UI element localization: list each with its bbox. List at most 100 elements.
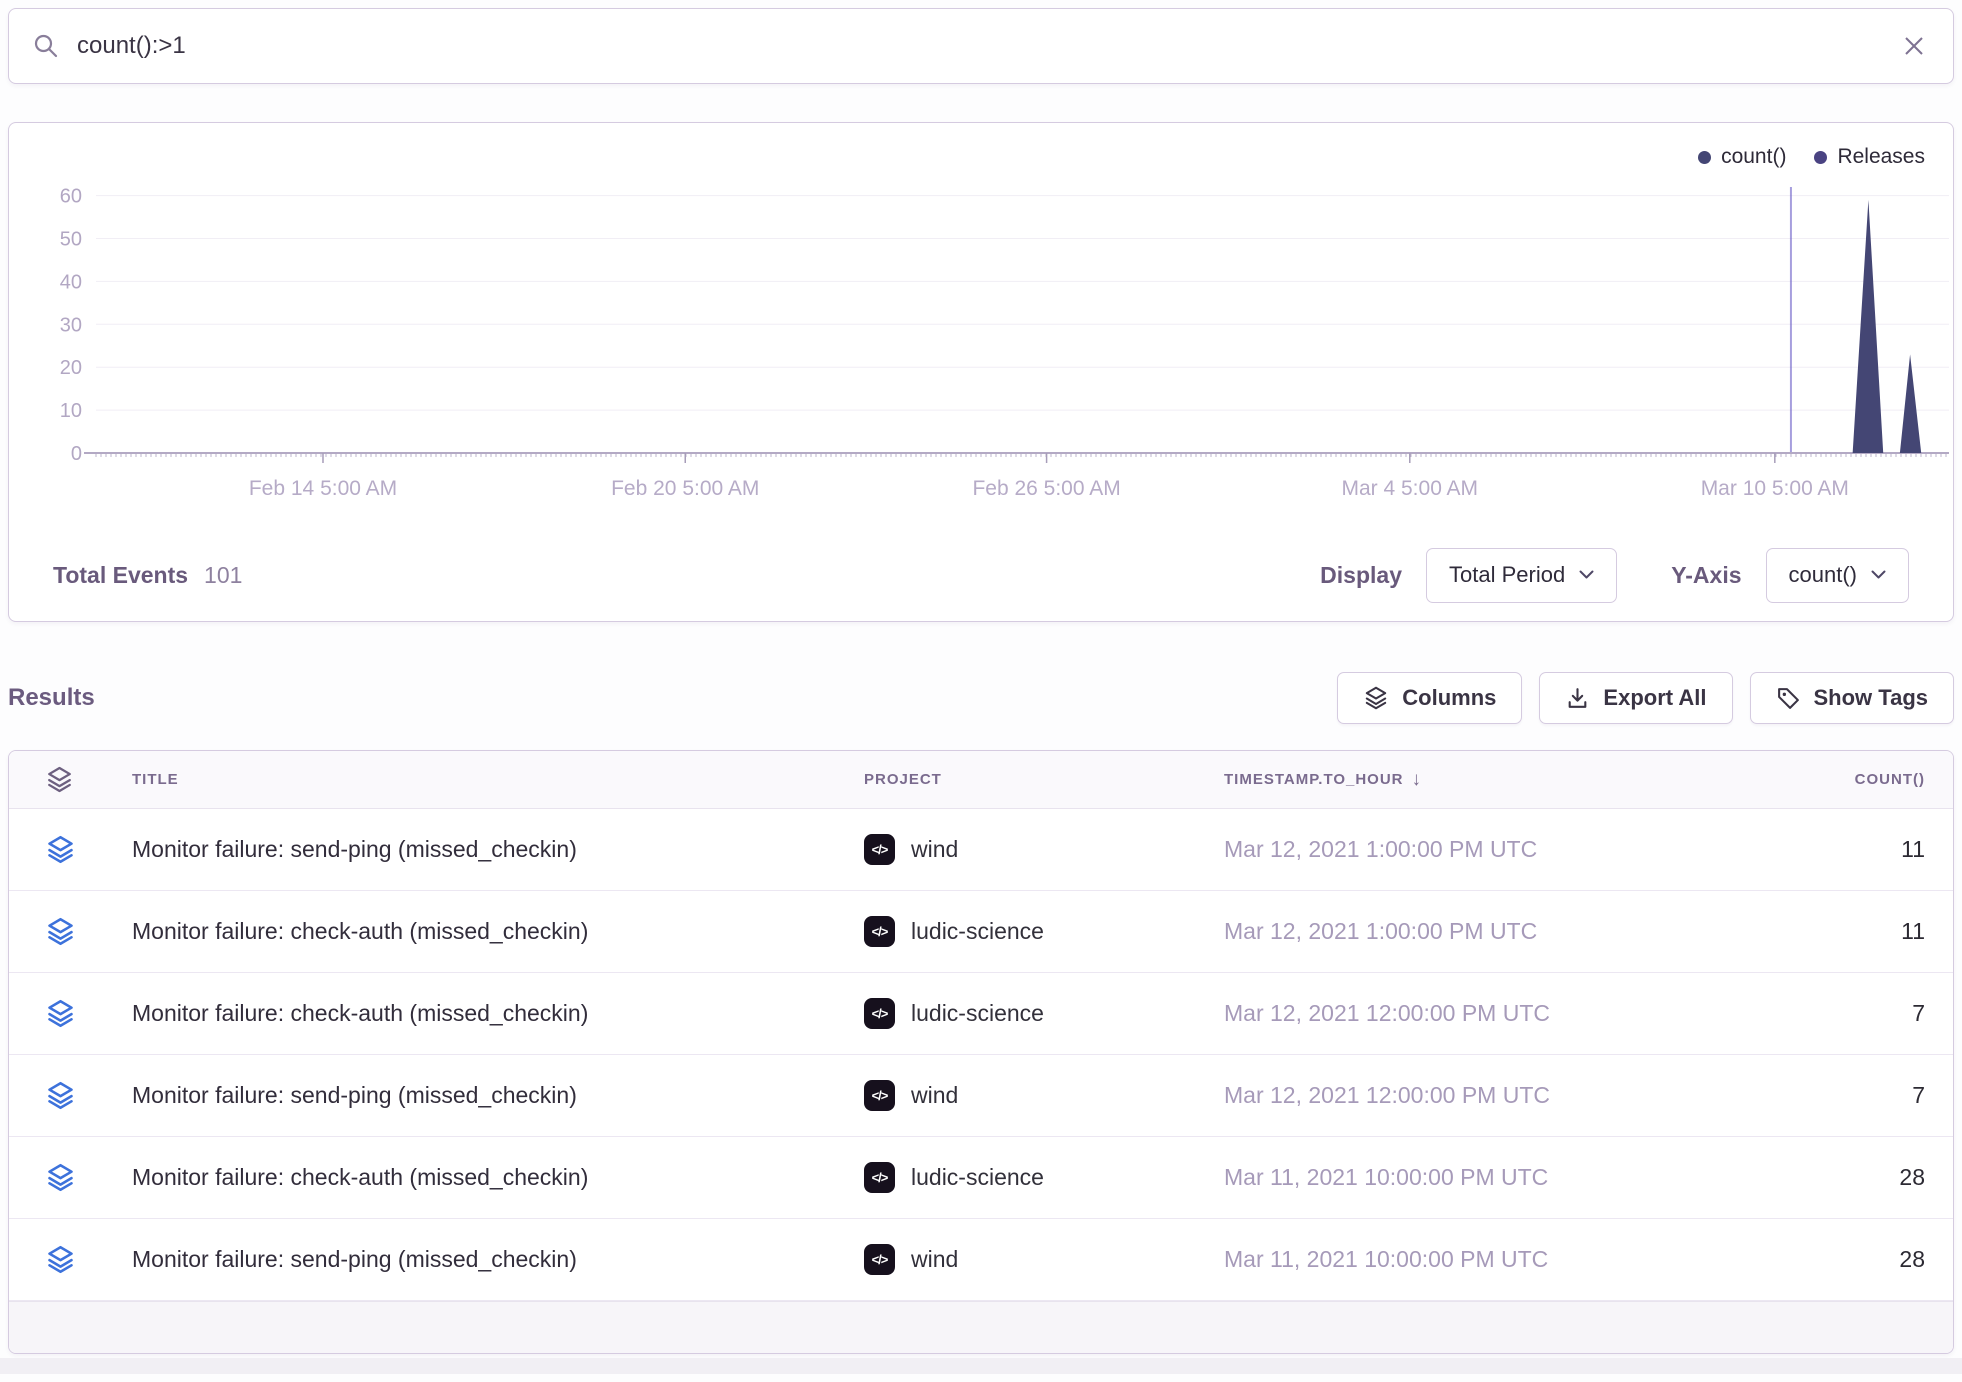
column-header-project[interactable]: PROJECT <box>841 771 1201 788</box>
table-header-row: TITLE PROJECT TIMESTAMP.TO_HOUR ↓ COUNT(… <box>9 751 1953 809</box>
columns-button[interactable]: Columns <box>1337 672 1522 724</box>
search-icon <box>33 33 59 59</box>
table-row: Monitor failure: send-ping (missed_check… <box>9 809 1953 891</box>
project-platform-icon: </> <box>864 1244 895 1275</box>
svg-text:20: 20 <box>60 357 82 379</box>
row-stack-button[interactable] <box>45 834 109 865</box>
svg-text:Feb 14 5:00 AM: Feb 14 5:00 AM <box>249 477 397 500</box>
chart-footer: Total Events 101 Display Total Period Y-… <box>53 545 1909 605</box>
project-name: wind <box>911 836 958 863</box>
table-row: Monitor failure: check-auth (missed_chec… <box>9 973 1953 1055</box>
svg-text:10: 10 <box>60 400 82 422</box>
close-icon <box>1901 33 1927 59</box>
show-tags-button[interactable]: Show Tags <box>1750 672 1955 724</box>
svg-text:Mar 4 5:00 AM: Mar 4 5:00 AM <box>1341 477 1478 500</box>
svg-text:40: 40 <box>60 271 82 293</box>
layers-icon <box>45 998 76 1029</box>
project-platform-icon: </> <box>864 998 895 1029</box>
total-events: Total Events 101 <box>53 562 242 589</box>
display-label: Display <box>1320 562 1402 589</box>
event-title-link[interactable]: Monitor failure: send-ping (missed_check… <box>109 1246 841 1273</box>
table-row: Monitor failure: send-ping (missed_check… <box>9 1055 1953 1137</box>
svg-text:Feb 20 5:00 AM: Feb 20 5:00 AM <box>611 477 759 500</box>
project-name: ludic-science <box>911 1000 1044 1027</box>
results-header-row: Results Columns Export All Show Tags <box>8 672 1954 724</box>
svg-text:60: 60 <box>60 186 82 208</box>
columns-button-label: Columns <box>1402 685 1496 711</box>
chevron-down-icon <box>1871 570 1886 580</box>
total-events-value: 101 <box>204 562 242 589</box>
event-title-link[interactable]: Monitor failure: send-ping (missed_check… <box>109 836 841 863</box>
count-cell: 7 <box>1671 1000 1925 1027</box>
column-header-timestamp[interactable]: TIMESTAMP.TO_HOUR ↓ <box>1201 769 1671 791</box>
column-header-count[interactable]: COUNT() <box>1671 771 1925 788</box>
page-background-strip <box>0 1358 1962 1374</box>
project-platform-icon: </> <box>864 1162 895 1193</box>
export-all-button[interactable]: Export All <box>1539 672 1732 724</box>
column-header-title[interactable]: TITLE <box>109 771 841 788</box>
table-row: Monitor failure: check-auth (missed_chec… <box>9 891 1953 973</box>
timestamp-cell: Mar 11, 2021 10:00:00 PM UTC <box>1201 1164 1671 1191</box>
chart-canvas[interactable]: 0102030405060Feb 14 5:00 AMFeb 20 5:00 A… <box>9 123 1955 515</box>
legend-dot-count <box>1698 151 1711 164</box>
table-footer <box>9 1301 1953 1353</box>
timestamp-cell: Mar 12, 2021 1:00:00 PM UTC <box>1201 836 1671 863</box>
layers-icon <box>45 765 74 794</box>
row-stack-button[interactable] <box>45 1244 109 1275</box>
export-all-button-label: Export All <box>1603 685 1706 711</box>
results-table: TITLE PROJECT TIMESTAMP.TO_HOUR ↓ COUNT(… <box>8 750 1954 1354</box>
results-title: Results <box>8 684 95 712</box>
timestamp-cell: Mar 12, 2021 1:00:00 PM UTC <box>1201 918 1671 945</box>
event-title-link[interactable]: Monitor failure: check-auth (missed_chec… <box>109 1000 841 1027</box>
event-title-link[interactable]: Monitor failure: check-auth (missed_chec… <box>109 918 841 945</box>
legend-label-releases: Releases <box>1837 145 1925 169</box>
project-cell: </> ludic-science <box>841 998 1201 1029</box>
yaxis-dropdown-value: count() <box>1789 562 1857 588</box>
chevron-down-icon <box>1579 570 1594 580</box>
tag-icon <box>1776 686 1801 711</box>
layers-icon <box>45 916 76 947</box>
table-row: Monitor failure: check-auth (missed_chec… <box>9 1137 1953 1219</box>
header-stack-icon[interactable] <box>45 765 109 794</box>
project-platform-icon: </> <box>864 834 895 865</box>
project-name: wind <box>911 1246 958 1273</box>
events-chart-panel: count() Releases 0102030405060Feb 14 5:0… <box>8 122 1954 622</box>
row-stack-button[interactable] <box>45 1080 109 1111</box>
layers-icon <box>1363 685 1389 711</box>
layers-icon <box>45 1080 76 1111</box>
row-stack-button[interactable] <box>45 998 109 1029</box>
legend-item-releases[interactable]: Releases <box>1814 145 1925 169</box>
project-platform-icon: </> <box>864 1080 895 1111</box>
yaxis-dropdown[interactable]: count() <box>1766 548 1909 603</box>
legend-item-count[interactable]: count() <box>1698 145 1786 169</box>
project-name: wind <box>911 1082 958 1109</box>
svg-text:30: 30 <box>60 314 82 336</box>
project-cell: </> ludic-science <box>841 916 1201 947</box>
row-stack-button[interactable] <box>45 1162 109 1193</box>
project-cell: </> wind <box>841 1080 1201 1111</box>
count-cell: 28 <box>1671 1164 1925 1191</box>
display-dropdown-value: Total Period <box>1449 562 1565 588</box>
search-bar <box>8 8 1954 84</box>
row-stack-button[interactable] <box>45 916 109 947</box>
search-input[interactable] <box>77 32 1883 60</box>
download-icon <box>1565 686 1590 711</box>
count-cell: 7 <box>1671 1082 1925 1109</box>
project-cell: </> ludic-science <box>841 1162 1201 1193</box>
project-cell: </> wind <box>841 1244 1201 1275</box>
sort-desc-icon: ↓ <box>1412 769 1423 791</box>
clear-search-button[interactable] <box>1901 33 1927 59</box>
yaxis-label: Y-Axis <box>1671 562 1741 589</box>
svg-text:0: 0 <box>71 443 82 465</box>
timestamp-cell: Mar 11, 2021 10:00:00 PM UTC <box>1201 1246 1671 1273</box>
event-title-link[interactable]: Monitor failure: send-ping (missed_check… <box>109 1082 841 1109</box>
svg-text:Mar 10 5:00 AM: Mar 10 5:00 AM <box>1701 477 1849 500</box>
svg-text:Feb 26 5:00 AM: Feb 26 5:00 AM <box>972 477 1120 500</box>
display-dropdown[interactable]: Total Period <box>1426 548 1617 603</box>
column-header-timestamp-label: TIMESTAMP.TO_HOUR <box>1224 771 1404 788</box>
project-cell: </> wind <box>841 834 1201 865</box>
legend-dot-releases <box>1814 151 1827 164</box>
total-events-label: Total Events <box>53 562 188 589</box>
event-title-link[interactable]: Monitor failure: check-auth (missed_chec… <box>109 1164 841 1191</box>
layers-icon <box>45 1244 76 1275</box>
